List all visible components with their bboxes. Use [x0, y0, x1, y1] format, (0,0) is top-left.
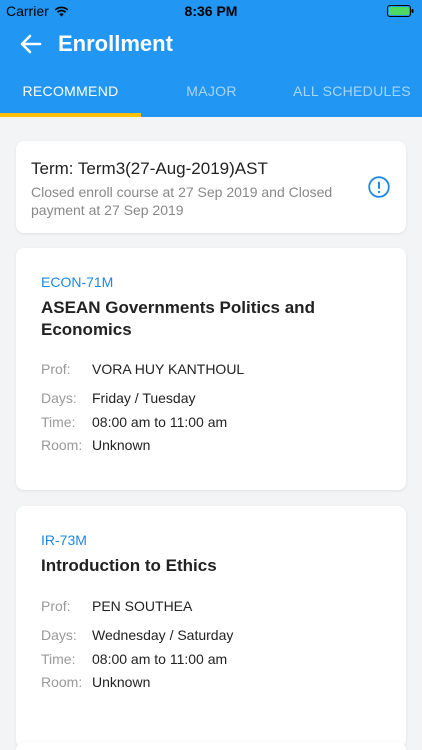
arrow-left-icon [20, 34, 42, 54]
room-value: Unknown [92, 437, 151, 453]
tab-indicator [0, 113, 141, 117]
prof-value: VORA HUY KANTHOUL [92, 361, 245, 377]
course-time-row: Time: 08:00 am to 11:00 am [41, 414, 227, 430]
prof-label: Prof: [41, 361, 71, 377]
back-button[interactable] [16, 30, 46, 58]
info-icon [368, 176, 390, 198]
room-label: Room: [41, 437, 83, 453]
info-button[interactable] [368, 176, 390, 198]
days-value: Wednesday / Saturday [92, 627, 234, 643]
app-bar: Enrollment [0, 22, 422, 66]
course-card[interactable]: IR-73M Introduction to Ethics Prof: PEN … [16, 506, 406, 748]
page-title: Enrollment [58, 31, 173, 56]
course-name: ASEAN Governments Politics and Economics [41, 298, 315, 339]
tab-major[interactable]: MAJOR [141, 66, 282, 117]
term-description: Closed enroll course at 27 Sep 2019 and … [31, 184, 333, 218]
course-days-row: Days: Friday / Tuesday [41, 390, 196, 406]
time-label: Time: [41, 651, 76, 667]
course-prof-row: Prof: PEN SOUTHEA [41, 598, 192, 614]
course-card-partial[interactable] [16, 742, 406, 750]
course-code: IR-73M [41, 532, 87, 548]
time-value: 08:00 am to 11:00 am [92, 414, 228, 430]
course-room-row: Room: Unknown [41, 674, 150, 690]
course-code: ECON-71M [41, 274, 114, 290]
prof-value: PEN SOUTHEA [92, 598, 193, 614]
status-time: 8:36 PM [184, 3, 238, 19]
time-label: Time: [41, 414, 76, 430]
time-value: 08:00 am to 11:00 am [92, 651, 228, 667]
days-value: Friday / Tuesday [92, 390, 196, 406]
tab-bar: RECOMMEND MAJOR ALL SCHEDULES [0, 66, 422, 117]
course-name: Introduction to Ethics [41, 556, 217, 575]
status-bar: Carrier 8:36 PM [0, 0, 422, 22]
course-prof-row: Prof: VORA HUY KANTHOUL [41, 361, 244, 377]
tab-all-schedules[interactable]: ALL SCHEDULES [282, 66, 422, 117]
days-label: Days: [41, 390, 77, 406]
course-time-row: Time: 08:00 am to 11:00 am [41, 651, 227, 667]
room-value: Unknown [92, 674, 151, 690]
course-room-row: Room: Unknown [41, 437, 150, 453]
tab-recommend[interactable]: RECOMMEND [0, 66, 141, 117]
course-days-row: Days: Wednesday / Saturday [41, 627, 233, 643]
prof-label: Prof: [41, 598, 71, 614]
days-label: Days: [41, 627, 77, 643]
room-label: Room: [41, 674, 83, 690]
course-card[interactable]: ECON-71M ASEAN Governments Politics and … [16, 248, 406, 490]
battery-icon [387, 5, 414, 17]
term-title: Term: Term3(27-Aug-2019)AST [31, 159, 268, 178]
term-card: Term: Term3(27-Aug-2019)AST Closed enrol… [16, 141, 406, 233]
